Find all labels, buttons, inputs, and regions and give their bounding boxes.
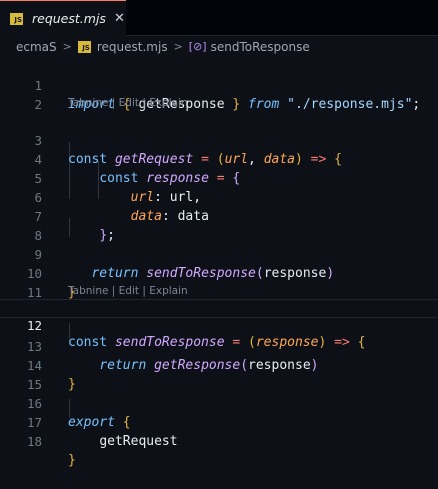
code-line[interactable]: 9 return sendToResponse(response) xyxy=(0,226,438,281)
code-line[interactable]: 14 } xyxy=(0,337,438,392)
code-line[interactable]: 18 } xyxy=(0,413,438,468)
code-line[interactable]: 16 export { xyxy=(0,375,438,430)
code-line[interactable]: 5 url: url, xyxy=(0,150,438,205)
code-line[interactable]: 8 xyxy=(0,207,438,243)
symbol-variable-icon: [⊘] xyxy=(188,40,207,53)
code-line[interactable]: 1 import { getResponse } from "./respons… xyxy=(0,57,438,112)
code-line[interactable]: 3 const getRequest = (url, data) => { xyxy=(0,112,438,167)
chevron-right-icon: > xyxy=(62,40,72,53)
breadcrumb-folder[interactable]: ecmaS xyxy=(16,40,57,54)
code-line[interactable]: 2 xyxy=(0,76,438,112)
code-line[interactable]: 13 return getResponse(response) xyxy=(0,318,438,373)
code-line[interactable]: 6 data: data xyxy=(0,169,438,224)
code-line[interactable]: 7 }; xyxy=(0,188,438,243)
breadcrumb-symbol[interactable]: sendToResponse xyxy=(211,40,310,54)
close-icon[interactable]: ✕ xyxy=(114,11,125,26)
tab-request-mjs[interactable]: JS request.mjs ✕ xyxy=(0,0,126,36)
javascript-file-icon: JS xyxy=(10,12,23,25)
javascript-file-icon: JS xyxy=(77,40,91,53)
breadcrumb: ecmaS > JS request.mjs > [⊘] sendToRespo… xyxy=(0,36,438,57)
code-line[interactable]: 10 } xyxy=(0,245,438,300)
code-editor[interactable]: 1 import { getResponse } from "./respons… xyxy=(0,57,438,468)
code-line[interactable]: 11 xyxy=(0,264,438,300)
tab-title: request.mjs xyxy=(32,11,106,26)
code-line-current[interactable]: 12 const sendToResponse = (response) => … xyxy=(0,299,438,350)
code-line[interactable]: 17 getRequest xyxy=(0,394,438,449)
breadcrumb-file[interactable]: request.mjs xyxy=(97,40,168,54)
tab-bar: JS request.mjs ✕ xyxy=(0,0,438,36)
chevron-right-icon: > xyxy=(173,40,183,53)
code-line[interactable]: 15 xyxy=(0,356,438,392)
codelens-actions[interactable]: Tabnine | Edit | Explain xyxy=(68,285,188,297)
codelens-actions[interactable]: Tabnine | Edit | Explain xyxy=(68,97,188,109)
code-line[interactable]: 4 const response = { xyxy=(0,131,438,186)
line-code: } xyxy=(68,453,76,468)
